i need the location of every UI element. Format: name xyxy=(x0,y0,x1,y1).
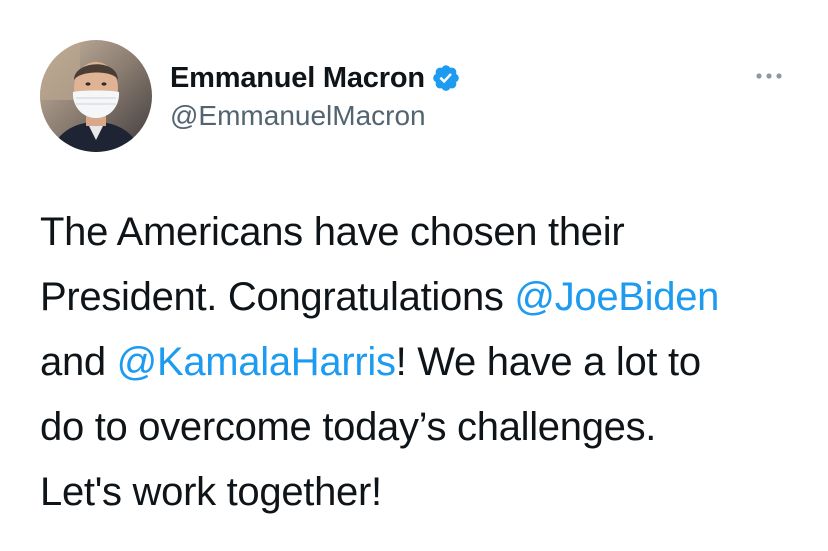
tweet-text-segment: The Americans have chosen their xyxy=(40,210,625,254)
user-handle[interactable]: @EmmanuelMacron xyxy=(170,100,426,132)
tweet-card: Emmanuel Macron @EmmanuelMacron The Amer… xyxy=(0,0,828,551)
tweet-text-segment: do to overcome today’s challenges. xyxy=(40,405,657,449)
verified-badge-icon xyxy=(431,63,461,93)
author-row: Emmanuel Macron xyxy=(170,58,461,98)
avatar-photo xyxy=(40,40,152,152)
tweet-text-segment: Let's work together! xyxy=(40,470,382,514)
avatar[interactable] xyxy=(40,40,152,152)
display-name[interactable]: Emmanuel Macron xyxy=(170,62,425,95)
tweet-text: The Americans have chosen their President… xyxy=(40,200,800,525)
mention-link[interactable]: @JoeBiden xyxy=(514,275,719,319)
tweet-text-segment: ! We have a lot to xyxy=(395,340,701,384)
tweet-text-segment: President. Congratulations xyxy=(40,275,515,319)
tweet-text-segment: and xyxy=(40,340,117,384)
more-options-icon[interactable] xyxy=(752,62,786,90)
mention-link[interactable]: @KamalaHarris xyxy=(117,340,396,384)
